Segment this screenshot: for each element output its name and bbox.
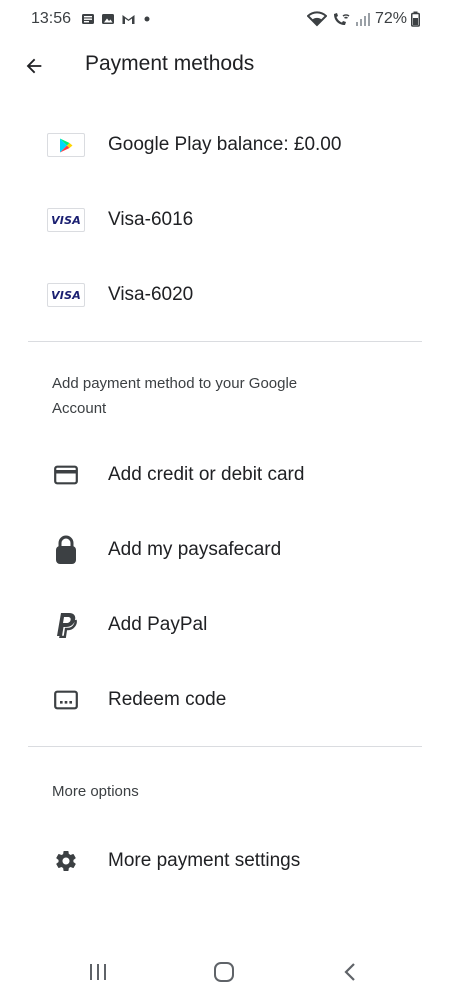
home-button[interactable] [209, 957, 239, 987]
add-section-header: Add payment method to your Google Accoun… [52, 371, 297, 421]
gear-icon-slot [47, 848, 85, 874]
add-section-header-line2: Account [52, 400, 107, 417]
visa-badge-slot: VISA [47, 282, 85, 308]
payment-method-visa-6020[interactable]: VISA Visa-6020 [0, 267, 450, 323]
gmail-icon [121, 12, 136, 26]
status-time: 13:56 [31, 10, 72, 27]
visa-badge-slot: VISA [47, 207, 85, 233]
add-paysafecard-label: Add my paysafecard [108, 539, 282, 560]
paysafecard-lock-icon [55, 535, 77, 565]
credit-card-icon [54, 465, 78, 485]
divider [28, 746, 422, 747]
paysafecard-icon-slot [47, 535, 85, 565]
redeem-code-item[interactable]: Redeem code [0, 672, 450, 728]
google-play-icon [59, 138, 73, 153]
payment-method-label: Visa-6016 [108, 209, 194, 230]
redeem-code-label: Redeem code [108, 689, 227, 710]
payment-method-google-play[interactable]: Google Play balance: £0.00 [0, 117, 450, 173]
visa-icon: VISA [47, 208, 85, 232]
dot-icon [142, 12, 152, 26]
paypal-icon [55, 612, 77, 638]
add-card-label: Add credit or debit card [108, 464, 305, 485]
redeem-code-icon [54, 690, 78, 710]
gallery-icon [101, 12, 115, 26]
add-paypal-item[interactable]: Add PayPal [0, 597, 450, 653]
news-icon [81, 12, 95, 26]
page-title: Payment methods [85, 52, 255, 75]
status-bar: 13:56 72% [0, 0, 450, 38]
status-right: 72% [306, 10, 420, 28]
system-nav-bar [0, 943, 450, 999]
signal-icon [355, 11, 371, 27]
google-play-badge-frame [47, 133, 85, 157]
more-payment-settings-label: More payment settings [108, 850, 301, 871]
google-play-badge [47, 132, 85, 158]
gear-icon [54, 849, 78, 873]
wifi-icon [306, 11, 327, 27]
status-left: 13:56 [31, 10, 152, 28]
more-options-header: More options [52, 783, 139, 800]
payment-method-visa-6016[interactable]: VISA Visa-6016 [0, 192, 450, 248]
recents-button[interactable] [83, 957, 113, 987]
payment-method-label: Google Play balance: £0.00 [108, 134, 342, 155]
more-payment-settings-item[interactable]: More payment settings [0, 833, 450, 889]
wifi-call-icon [331, 11, 351, 27]
add-credit-card-item[interactable]: Add credit or debit card [0, 447, 450, 503]
back-button[interactable] [18, 50, 50, 82]
nav-back-button[interactable] [335, 957, 365, 987]
app-bar: Payment methods [0, 38, 450, 94]
recents-icon [88, 963, 108, 981]
arrow-back-icon [23, 55, 45, 77]
redeem-code-icon-slot [47, 687, 85, 713]
back-icon [343, 962, 357, 982]
home-icon [213, 961, 235, 983]
add-section-header-line1: Add payment method to your Google [52, 375, 298, 392]
battery-percent: 72% [374, 10, 407, 27]
add-paysafecard-item[interactable]: Add my paysafecard [0, 522, 450, 578]
add-paypal-label: Add PayPal [108, 614, 208, 635]
paypal-icon-slot [47, 612, 85, 638]
payment-method-label: Visa-6020 [108, 284, 194, 305]
visa-icon: VISA [47, 283, 85, 307]
battery-icon [411, 11, 420, 27]
divider [28, 341, 422, 342]
credit-card-icon-slot [47, 462, 85, 488]
